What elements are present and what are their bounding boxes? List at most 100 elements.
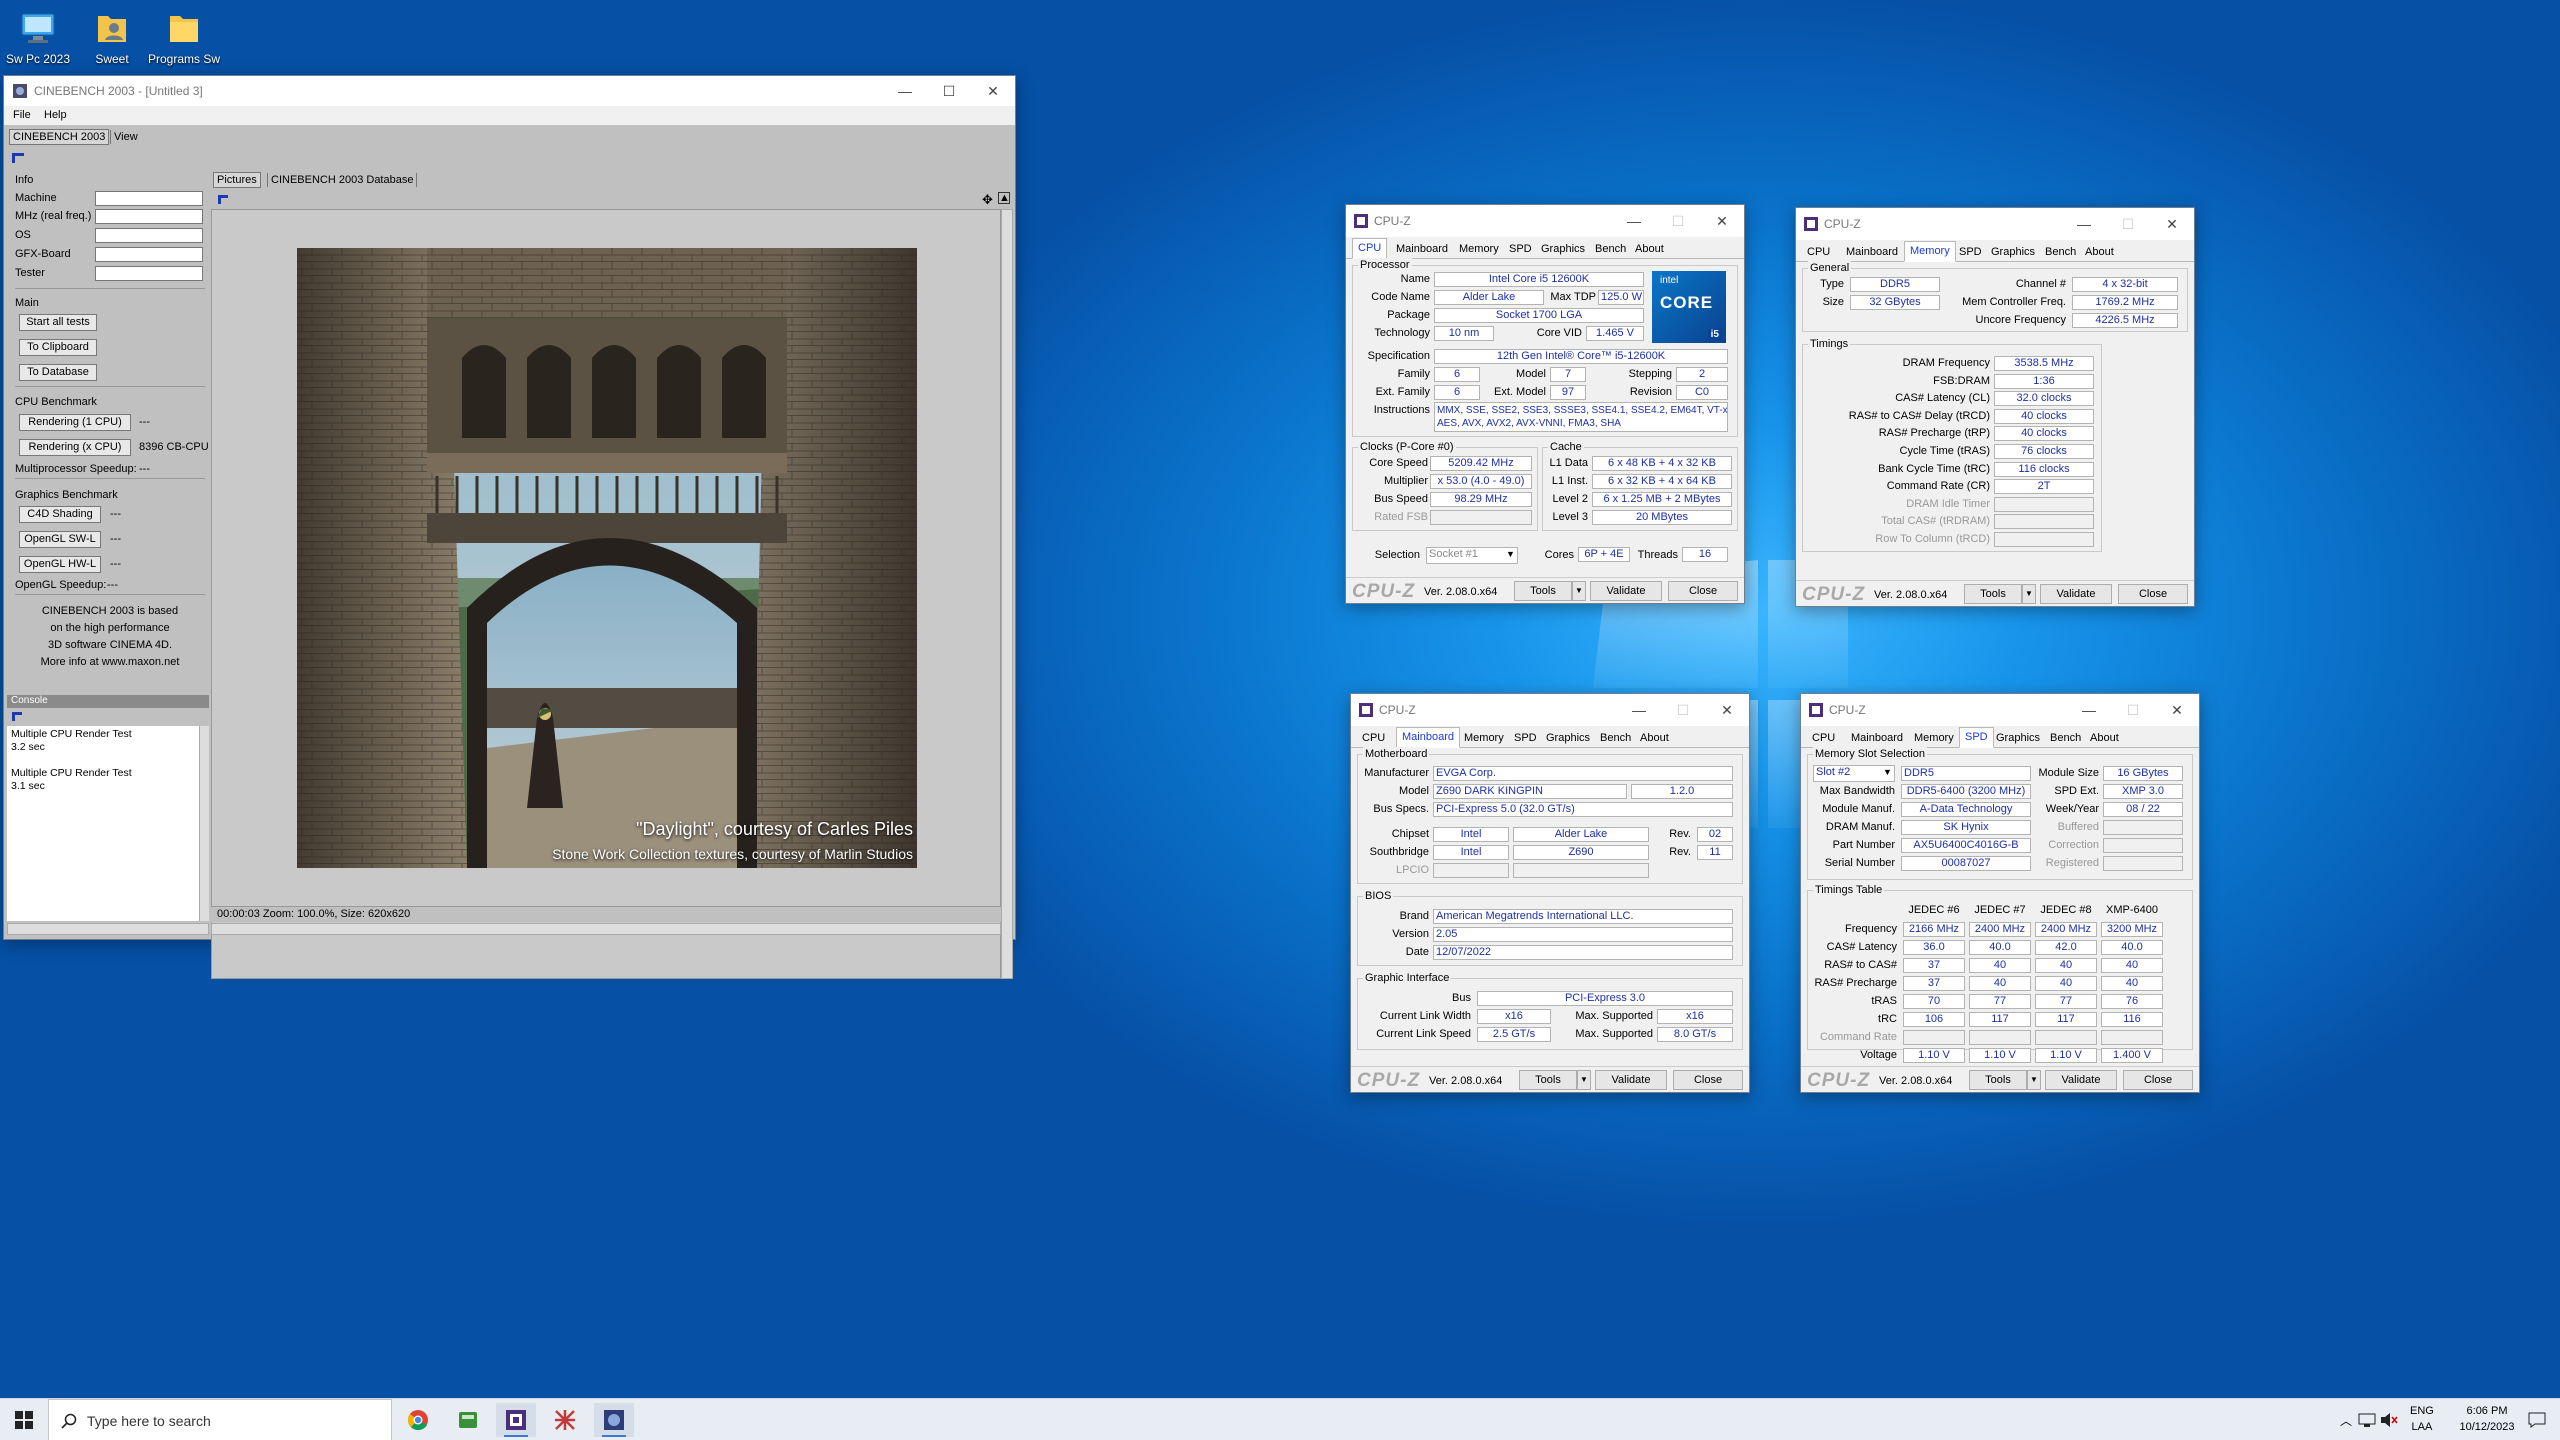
- close-window-button[interactable]: Close: [2118, 584, 2188, 604]
- taskbar-cpuz[interactable]: [496, 1403, 536, 1437]
- tab-bench[interactable]: Bench: [1595, 729, 1636, 748]
- opengl-hw-button[interactable]: OpenGL HW-L: [19, 556, 101, 573]
- tab-memory[interactable]: Memory: [1904, 241, 1956, 262]
- minimize-button[interactable]: —: [1617, 702, 1661, 718]
- os-field[interactable]: [95, 228, 203, 243]
- console-pin-icon[interactable]: [12, 712, 22, 721]
- console-output[interactable]: Multiple CPU Render Test 3.2 sec Multipl…: [7, 726, 199, 921]
- cpuz-title-bar[interactable]: CPU-Z — ☐ ✕: [1351, 694, 1749, 726]
- desktop-icon-sweet[interactable]: Sweet: [74, 8, 150, 66]
- tab-memory[interactable]: Memory: [1459, 729, 1509, 748]
- minimize-button[interactable]: —: [2067, 702, 2111, 718]
- close-button[interactable]: ✕: [1700, 213, 1744, 230]
- volume-muted-icon[interactable]: [2380, 1412, 2398, 1428]
- tab-mainboard[interactable]: Mainboard: [1396, 727, 1460, 748]
- tab-bench[interactable]: Bench: [2040, 243, 2081, 262]
- tab-cpu[interactable]: CPU: [1352, 238, 1388, 259]
- cinebench-title-bar[interactable]: CINEBENCH 2003 - [Untitled 3] — ☐ ✕: [4, 76, 1015, 106]
- clock[interactable]: 6:06 PM 10/12/2023: [2450, 1403, 2524, 1435]
- tab-bench[interactable]: Bench: [1590, 240, 1631, 259]
- tab-graphics[interactable]: Graphics: [1986, 243, 2040, 262]
- chevron-up-icon[interactable]: ︿: [2340, 1412, 2352, 1429]
- tab-cpu[interactable]: CPU: [1357, 729, 1390, 748]
- notification-icon[interactable]: [2528, 1412, 2546, 1428]
- viewport-h-scrollbar[interactable]: [211, 923, 1001, 935]
- tab-pictures[interactable]: Pictures: [213, 172, 261, 188]
- render-viewport[interactable]: "Daylight", courtesy of Carles Piles Sto…: [211, 209, 1001, 979]
- maximize-button[interactable]: ☐: [927, 83, 971, 100]
- maximize-button[interactable]: ☐: [2111, 702, 2155, 719]
- tools-button[interactable]: Tools: [1519, 1070, 1577, 1090]
- cinebench-pin-icon[interactable]: [12, 153, 24, 163]
- tools-dropdown-button[interactable]: ▼: [1577, 1070, 1591, 1090]
- minimize-button[interactable]: —: [883, 83, 927, 99]
- tab-about[interactable]: About: [2085, 729, 2124, 748]
- maximize-button[interactable]: ☐: [1661, 702, 1705, 719]
- close-window-button[interactable]: Close: [2123, 1070, 2193, 1090]
- validate-button[interactable]: Validate: [2045, 1070, 2117, 1090]
- close-button[interactable]: ✕: [2150, 216, 2194, 233]
- chevron-down-icon[interactable]: ▼: [1506, 549, 1515, 559]
- mhz-field[interactable]: [95, 209, 203, 224]
- tab-about[interactable]: About: [1630, 240, 1669, 259]
- opengl-sw-button[interactable]: OpenGL SW-L: [19, 531, 101, 548]
- validate-button[interactable]: Validate: [1590, 581, 1662, 601]
- tab-database[interactable]: CINEBENCH 2003 Database: [267, 173, 418, 187]
- tab-graphics[interactable]: Graphics: [1536, 240, 1590, 259]
- tab-graphics[interactable]: Graphics: [1541, 729, 1595, 748]
- gfx-board-field[interactable]: [95, 247, 203, 262]
- tab-cinebench[interactable]: CINEBENCH 2003: [9, 129, 110, 145]
- tab-memory[interactable]: Memory: [1454, 240, 1504, 259]
- left-h-scrollbar[interactable]: [7, 923, 209, 935]
- validate-button[interactable]: Validate: [2040, 584, 2112, 604]
- tools-button[interactable]: Tools: [1514, 581, 1572, 601]
- to-clipboard-button[interactable]: To Clipboard: [19, 339, 97, 356]
- to-database-button[interactable]: To Database: [19, 364, 97, 381]
- tools-button[interactable]: Tools: [1964, 584, 2022, 604]
- close-button[interactable]: ✕: [2155, 702, 2199, 719]
- start-button[interactable]: [0, 1399, 48, 1440]
- taskbar-app-green[interactable]: [448, 1403, 488, 1437]
- machine-field[interactable]: [95, 191, 203, 206]
- tab-mainboard[interactable]: Mainboard: [1841, 243, 1903, 262]
- desktop-icon-this-pc[interactable]: Sw Pc 2023: [0, 8, 76, 66]
- cpuz-title-bar[interactable]: CPU-Z — ☐ ✕: [1346, 205, 1744, 237]
- rendering-xcpu-button[interactable]: Rendering (x CPU): [19, 439, 131, 456]
- menu-help[interactable]: Help: [44, 109, 67, 121]
- close-window-button[interactable]: Close: [1673, 1070, 1743, 1090]
- menu-file[interactable]: File: [13, 109, 31, 121]
- tab-graphics[interactable]: Graphics: [1991, 729, 2045, 748]
- socket-selector[interactable]: Socket #1: [1426, 547, 1518, 564]
- move-icon[interactable]: ✥: [982, 192, 993, 208]
- tab-about[interactable]: About: [1635, 729, 1674, 748]
- tab-view[interactable]: View: [110, 130, 141, 144]
- network-icon[interactable]: [2358, 1412, 2376, 1428]
- taskbar-cinebench[interactable]: [594, 1403, 634, 1437]
- desktop-icon-programs[interactable]: Programs Sw: [146, 8, 222, 66]
- close-button[interactable]: ✕: [971, 83, 1015, 100]
- tools-dropdown-button[interactable]: ▼: [2022, 584, 2036, 604]
- tools-dropdown-button[interactable]: ▼: [2027, 1070, 2041, 1090]
- taskbar-chrome[interactable]: [398, 1403, 438, 1437]
- taskbar-app-red[interactable]: [545, 1403, 585, 1437]
- tools-button[interactable]: Tools: [1969, 1070, 2027, 1090]
- cpuz-title-bar[interactable]: CPU-Z — ☐ ✕: [1796, 208, 2194, 240]
- tab-cpu[interactable]: CPU: [1807, 729, 1840, 748]
- fit-icon[interactable]: ▲: [998, 192, 1010, 204]
- language-indicator[interactable]: ENG LAA: [2410, 1403, 2434, 1435]
- c4d-shading-button[interactable]: C4D Shading: [19, 506, 101, 523]
- maximize-button[interactable]: ☐: [1656, 213, 1700, 230]
- tab-about[interactable]: About: [2080, 243, 2119, 262]
- minimize-button[interactable]: —: [2062, 216, 2106, 232]
- search-box[interactable]: Type here to search: [48, 1399, 392, 1440]
- tab-mainboard[interactable]: Mainboard: [1846, 729, 1908, 748]
- tab-memory[interactable]: Memory: [1909, 729, 1959, 748]
- rendering-1cpu-button[interactable]: Rendering (1 CPU): [19, 414, 131, 431]
- chevron-down-icon[interactable]: ▼: [1883, 767, 1892, 777]
- close-window-button[interactable]: Close: [1668, 581, 1738, 601]
- cpuz-title-bar[interactable]: CPU-Z — ☐ ✕: [1801, 694, 2199, 726]
- tab-spd[interactable]: SPD: [1954, 243, 1987, 262]
- tab-spd[interactable]: SPD: [1959, 727, 1994, 748]
- tab-spd[interactable]: SPD: [1504, 240, 1537, 259]
- console-scrollbar[interactable]: [199, 726, 209, 921]
